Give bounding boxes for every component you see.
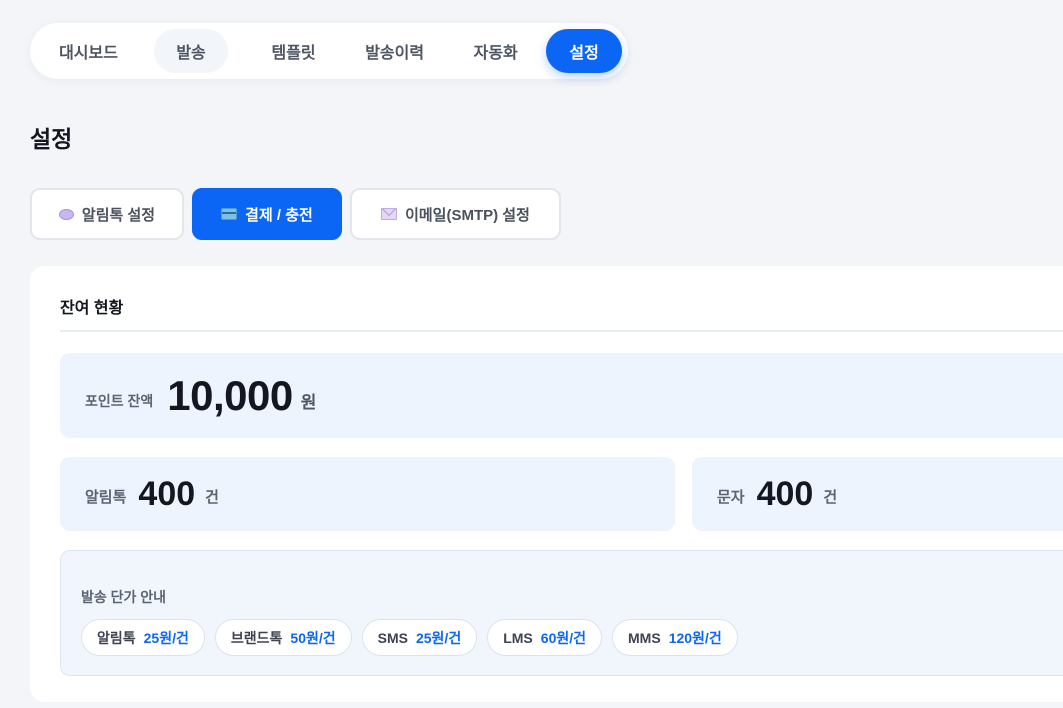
settings-tabs: 알림톡 설정 결제 / 충전 이메일(SMTP) 설정 [30, 188, 561, 240]
chat-bubble-icon [58, 208, 74, 220]
page-title: 설정 [30, 126, 73, 152]
nav-item-send-history[interactable]: 발송이력 [344, 29, 445, 73]
pricing-chips: 알림톡 25원/건 브랜드톡 50원/건 SMS 25원/건 LMS 60원/건… [81, 619, 738, 656]
point-balance-unit: 원 [300, 393, 317, 412]
price-chip-sms: SMS 25원/건 [361, 619, 478, 656]
sms-count-value: 400 [756, 474, 814, 513]
alimtalk-count-label: 알림톡 [85, 488, 127, 506]
balance-panel: 잔여 현황 포인트 잔액 10,000 원 알림톡 400 건 문자 400 건… [30, 266, 1063, 702]
alimtalk-count-unit: 건 [205, 488, 219, 506]
top-nav: 대시보드 발송 템플릿 발송이력 자동화 설정 [30, 23, 628, 79]
divider [60, 330, 1063, 332]
price-chip-price: 120원/건 [668, 629, 722, 646]
sms-count-unit: 건 [823, 488, 838, 506]
nav-item-send[interactable]: 발송 [154, 29, 229, 73]
price-chip-lms: LMS 60원/건 [487, 619, 603, 656]
tab-label: 알림톡 설정 [81, 206, 156, 224]
tab-label: 결제 / 충전 [245, 206, 313, 224]
pricing-title: 발송 단가 안내 [81, 589, 167, 605]
tab-label: 이메일(SMTP) 설정 [405, 206, 530, 224]
price-chip-alimtalk: 알림톡 25원/건 [81, 619, 205, 656]
sms-count-box: 문자 400 건 [692, 457, 1063, 531]
section-title: 잔여 현황 [60, 300, 124, 317]
point-balance-box: 포인트 잔액 10,000 원 [60, 353, 1063, 438]
credit-card-icon [221, 208, 238, 220]
nav-item-automation[interactable]: 자동화 [445, 29, 546, 73]
point-balance-value: 10,000 [167, 371, 293, 419]
point-balance-label: 포인트 잔액 [85, 392, 154, 409]
nav-item-dashboard[interactable]: 대시보드 [38, 29, 139, 73]
price-chip-price: 25원/건 [143, 629, 189, 646]
tab-payment-charge[interactable]: 결제 / 충전 [192, 188, 342, 240]
sms-count-label: 문자 [717, 488, 745, 506]
price-chip-price: 50원/건 [290, 629, 336, 646]
price-chip-name: MMS [628, 629, 661, 646]
price-chip-brandtalk: 브랜드톡 50원/건 [214, 619, 352, 656]
price-chip-name: 브랜드톡 [230, 629, 283, 646]
pricing-info-box: 발송 단가 안내 알림톡 25원/건 브랜드톡 50원/건 SMS 25원/건 … [60, 550, 1063, 676]
nav-item-settings[interactable]: 설정 [546, 29, 623, 73]
price-chip-mms: MMS 120원/건 [612, 619, 738, 656]
tab-email-smtp-settings[interactable]: 이메일(SMTP) 설정 [350, 188, 561, 240]
price-chip-name: SMS [377, 629, 408, 646]
tab-alimtalk-settings[interactable]: 알림톡 설정 [30, 188, 184, 240]
alimtalk-count-value: 400 [138, 474, 196, 513]
price-chip-name: LMS [503, 629, 533, 646]
price-chip-price: 60원/건 [540, 629, 587, 646]
envelope-icon [381, 208, 398, 220]
alimtalk-count-box: 알림톡 400 건 [60, 457, 675, 531]
nav-item-templates[interactable]: 템플릿 [243, 29, 344, 73]
price-chip-name: 알림톡 [97, 629, 136, 646]
price-chip-price: 25원/건 [415, 629, 462, 646]
